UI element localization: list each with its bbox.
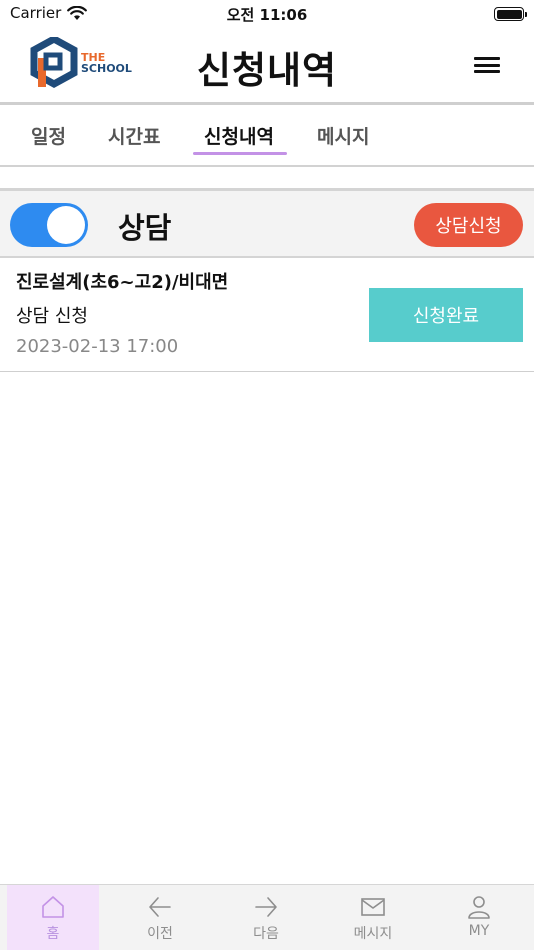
nav-my[interactable]: MY xyxy=(433,885,525,950)
nav-my-label: MY xyxy=(468,923,490,939)
apply-consult-button[interactable]: 상담신청 xyxy=(414,203,523,247)
nav-forward-label: 다음 xyxy=(253,926,279,942)
tab-bar: 일정 시간표 신청내역 메시지 xyxy=(0,105,534,165)
toggle-knob xyxy=(47,206,85,244)
tab-applications[interactable]: 신청내역 xyxy=(204,122,274,149)
active-tab-indicator xyxy=(193,152,287,155)
hamburger-menu-icon[interactable] xyxy=(474,54,500,76)
nav-messages[interactable]: 메시지 xyxy=(327,885,419,950)
nav-messages-label: 메시지 xyxy=(353,926,393,942)
home-icon xyxy=(42,896,64,918)
tab-timetable[interactable]: 시간표 xyxy=(108,122,160,149)
section-title: 상담 xyxy=(118,211,172,245)
request-datetime: 2023-02-13 17:00 xyxy=(16,336,179,357)
bottom-nav: 홈 이전 다음 메시지 MY xyxy=(0,884,534,950)
request-type: 상담 신청 xyxy=(16,306,88,327)
nav-home[interactable]: 홈 xyxy=(7,885,99,950)
nav-back[interactable]: 이전 xyxy=(114,885,206,950)
arrow-right-icon xyxy=(255,897,277,917)
nav-forward[interactable]: 다음 xyxy=(220,885,312,950)
list-item[interactable]: 진로설계(초6~고2)/비대면 상담 신청 2023-02-13 17:00 신… xyxy=(0,258,534,372)
mail-icon xyxy=(361,898,385,916)
status-badge[interactable]: 신청완료 xyxy=(369,288,523,342)
request-title: 진로설계(초6~고2)/비대면 xyxy=(16,272,229,293)
app-screen: Carrier 오전 11:06 THE SCHOOL 신청내역 일정 시간표 … xyxy=(0,0,534,950)
tab-messages[interactable]: 메시지 xyxy=(317,122,369,149)
arrow-left-icon xyxy=(149,897,171,917)
consult-section-header: 상담 상담신청 xyxy=(0,188,534,258)
tab-schedule[interactable]: 일정 xyxy=(31,122,66,149)
battery-icon xyxy=(494,7,527,21)
consult-toggle[interactable] xyxy=(10,203,88,247)
user-icon xyxy=(468,896,490,919)
tabs-divider xyxy=(0,165,534,167)
status-time: 오전 11:06 xyxy=(226,6,308,24)
app-header: THE SCHOOL 신청내역 xyxy=(0,28,534,102)
nav-home-label: 홈 xyxy=(46,926,60,942)
nav-back-label: 이전 xyxy=(147,926,173,942)
page-title: 신청내역 xyxy=(196,49,338,92)
status-bar: Carrier 오전 11:06 xyxy=(0,0,534,28)
